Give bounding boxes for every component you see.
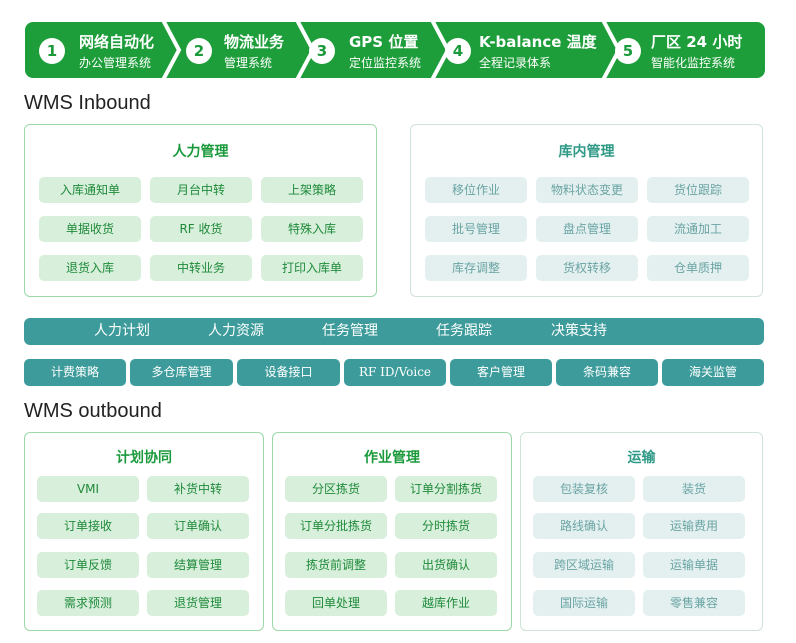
- module-chip: 货位跟踪: [647, 177, 749, 203]
- module-chip: 特殊入库: [261, 216, 363, 242]
- step-subtitle: 管理系统: [224, 56, 273, 70]
- module-chip: 批号管理: [425, 216, 527, 242]
- module-chip: 出货确认: [395, 552, 497, 578]
- module-chip: 国际运输: [533, 590, 635, 616]
- module-chip: 装货: [643, 476, 745, 502]
- bar-item: 人力资源: [208, 323, 264, 339]
- bar-item: 任务跟踪: [436, 323, 492, 339]
- module-chip: 仓单质押: [647, 255, 749, 281]
- module-chip: 订单接收: [37, 513, 139, 539]
- step-number: 3: [309, 38, 335, 64]
- manpower-panel: 人力管理 入库通知单 月台中转 上架策略 单据收货 RF 收货 特殊入库 退货入…: [24, 124, 377, 297]
- module-chip: 月台中转: [150, 177, 252, 203]
- function-chip: 条码兼容: [556, 359, 658, 386]
- module-chip: 货权转移: [536, 255, 638, 281]
- panel-title: 作业管理: [364, 450, 420, 466]
- step-subtitle: 定位监控系统: [349, 56, 422, 70]
- step-title: GPS 位置: [349, 33, 419, 51]
- module-chip: 上架策略: [261, 177, 363, 203]
- function-chip: 多仓库管理: [130, 359, 233, 386]
- panel-title: 计划协同: [116, 450, 172, 466]
- module-chip: 补货中转: [147, 476, 249, 502]
- module-chip: 跨区域运输: [533, 552, 635, 578]
- module-chip: 订单分批拣货: [285, 513, 387, 539]
- module-chip: 库存调整: [425, 255, 527, 281]
- module-chip: 需求预测: [37, 590, 139, 616]
- module-chip: 分区拣货: [285, 476, 387, 502]
- module-chip: 越库作业: [395, 590, 497, 616]
- function-chip: 海关监管: [662, 359, 764, 386]
- step-title: K-balance 温度: [479, 33, 597, 51]
- module-chip: 中转业务: [150, 255, 252, 281]
- bar-item: 人力计划: [94, 323, 150, 339]
- module-chip: 订单确认: [147, 513, 249, 539]
- step-title: 网络自动化: [79, 33, 155, 51]
- module-chip: RF 收货: [150, 216, 252, 242]
- module-chip: 物料状态变更: [536, 177, 638, 203]
- module-chip: 零售兼容: [643, 590, 745, 616]
- module-chip: 打印入库单: [261, 255, 363, 281]
- module-chip: 拣货前调整: [285, 552, 387, 578]
- step-number: 2: [186, 38, 212, 64]
- management-bar: 人力计划 人力资源 任务管理 任务跟踪 决策支持: [24, 318, 764, 345]
- step-number: 1: [39, 38, 65, 64]
- module-chip: 流通加工: [647, 216, 749, 242]
- ops-panel: 作业管理 分区拣货 订单分割拣货 订单分批拣货 分时拣货 拣货前调整 出货确认 …: [272, 432, 512, 631]
- module-chip: 盘点管理: [536, 216, 638, 242]
- function-chip: RF ID/Voice: [344, 359, 446, 386]
- outbound-section-title: WMS outbound: [24, 400, 162, 422]
- module-chip: 回单处理: [285, 590, 387, 616]
- process-banner: 1 网络自动化 办公管理系统 2 物流业务 管理系统 3 GPS 位置 定位监控…: [25, 22, 765, 78]
- step-title: 物流业务: [224, 33, 285, 51]
- panel-title: 运输: [627, 450, 656, 466]
- function-chip: 计费策略: [24, 359, 126, 386]
- step-subtitle: 办公管理系统: [79, 56, 152, 70]
- module-chip: 运输单据: [643, 552, 745, 578]
- module-chip: VMI: [37, 476, 139, 502]
- step-number: 5: [615, 38, 641, 64]
- transport-panel: 运输 包装复核 装货 路线确认 运输费用 跨区域运输 运输单据 国际运输 零售兼…: [520, 432, 763, 631]
- panel-title: 人力管理: [172, 144, 229, 160]
- warehouse-panel: 库内管理 移位作业 物料状态变更 货位跟踪 批号管理 盘点管理 流通加工 库存调…: [410, 124, 763, 297]
- module-chip: 包装复核: [533, 476, 635, 502]
- step-number: 4: [445, 38, 471, 64]
- step-subtitle: 全程记录体系: [479, 56, 552, 70]
- module-chip: 入库通知单: [39, 177, 141, 203]
- module-chip: 退货入库: [39, 255, 141, 281]
- plan-panel: 计划协同 VMI 补货中转 订单接收 订单确认 订单反馈 结算管理 需求预测 退…: [24, 432, 264, 631]
- module-chip: 路线确认: [533, 513, 635, 539]
- module-chip: 运输费用: [643, 513, 745, 539]
- function-chip: 客户管理: [450, 359, 552, 386]
- step-title: 厂区 24 小时: [651, 33, 743, 51]
- module-chip: 订单分割拣货: [395, 476, 497, 502]
- module-chip: 订单反馈: [37, 552, 139, 578]
- module-chip: 退货管理: [147, 590, 249, 616]
- module-chip: 结算管理: [147, 552, 249, 578]
- panel-title: 库内管理: [558, 144, 615, 160]
- inbound-section-title: WMS Inbound: [24, 92, 151, 114]
- function-chip: 设备接口: [237, 359, 340, 386]
- module-chip: 分时拣货: [395, 513, 497, 539]
- module-chip: 移位作业: [425, 177, 527, 203]
- bar-item: 任务管理: [322, 323, 378, 339]
- module-chip: 单据收货: [39, 216, 141, 242]
- bar-item: 决策支持: [551, 323, 607, 339]
- step-subtitle: 智能化监控系统: [651, 56, 736, 70]
